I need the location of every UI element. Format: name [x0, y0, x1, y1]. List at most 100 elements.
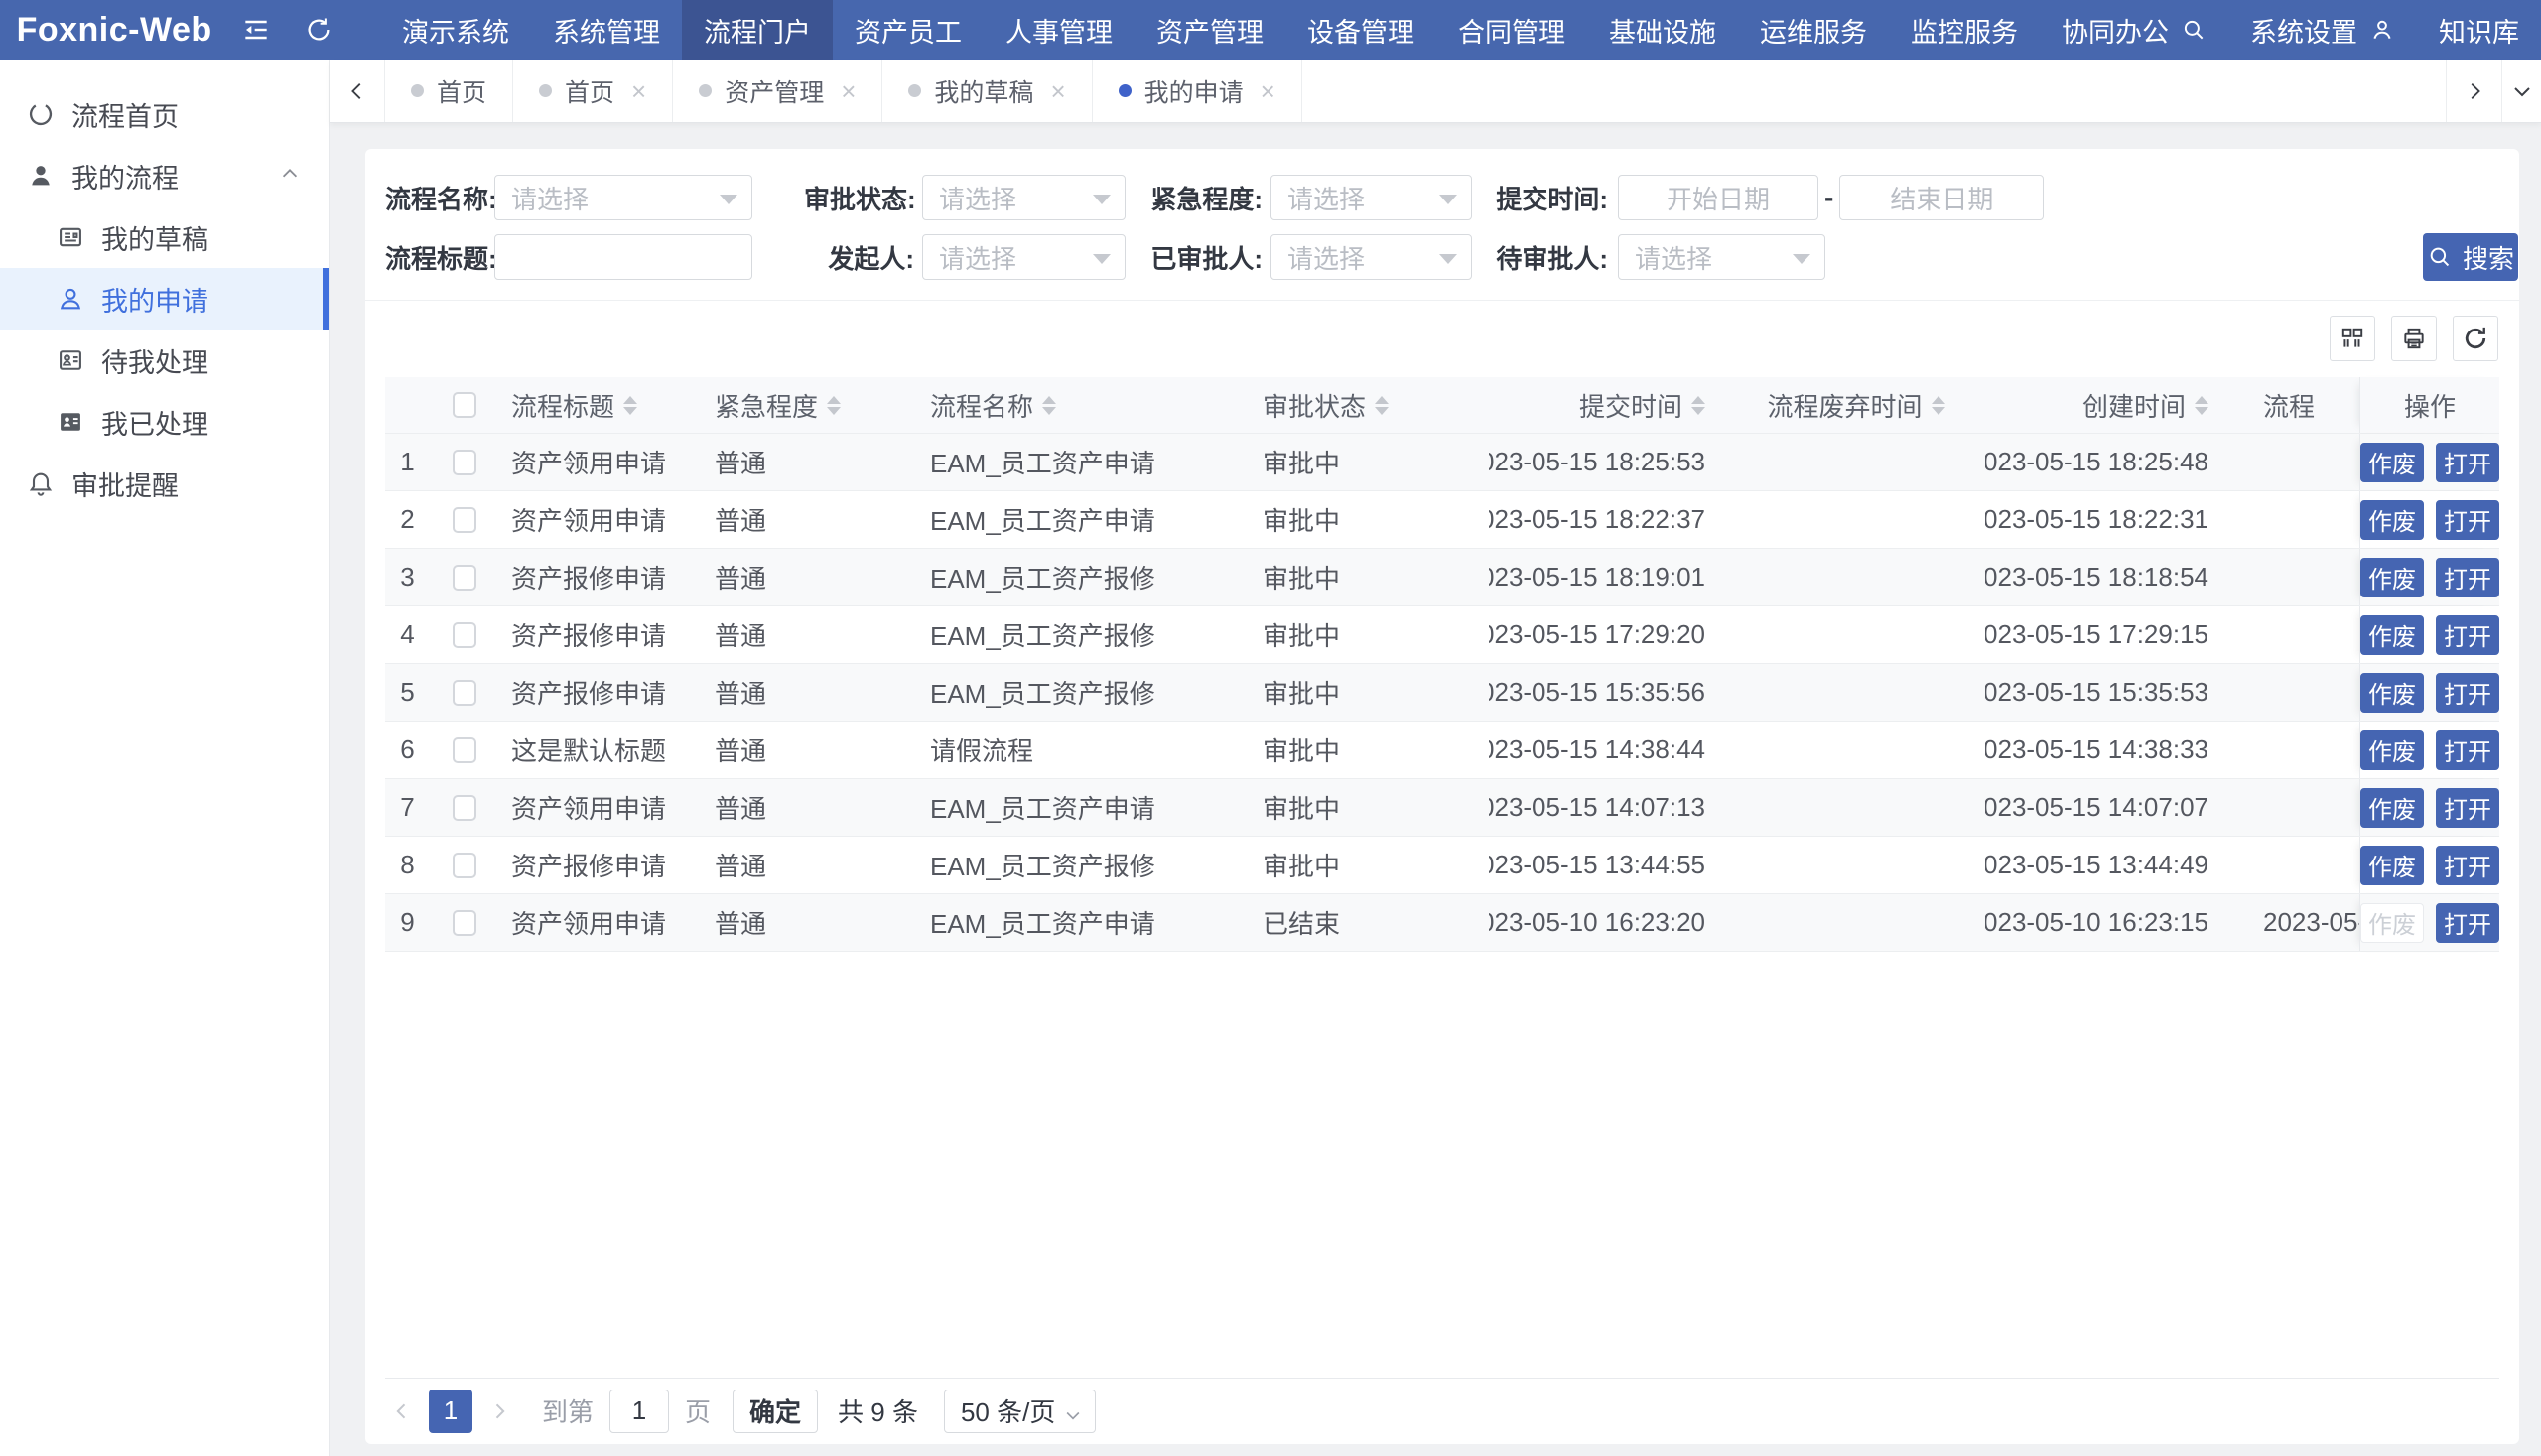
page-size-select[interactable]: 50 条/页 — [944, 1390, 1096, 1433]
header-submit-time[interactable]: 提交时间 — [1489, 377, 1727, 433]
select-all-checkbox[interactable] — [453, 392, 476, 418]
start-date-input[interactable]: 开始日期 — [1618, 175, 1818, 220]
void-button[interactable]: 作废 — [2360, 443, 2424, 482]
open-button[interactable]: 打开 — [2436, 846, 2499, 885]
navbar-menu-item[interactable]: 协同办公 — [2040, 0, 2228, 60]
page-tab[interactable]: 我的申请 × — [1093, 60, 1302, 122]
tabs-scroll-right-icon[interactable] — [2446, 60, 2501, 122]
sidebar-item-my-drafts[interactable]: 我的草稿 — [0, 206, 329, 268]
open-button[interactable]: 打开 — [2436, 673, 2499, 713]
header-process-title[interactable]: 流程标题 — [499, 377, 703, 433]
header-abandon-time[interactable]: 流程废弃时间 — [1727, 377, 1985, 433]
page-tab[interactable]: 首页 × — [513, 60, 673, 122]
process-title-input[interactable] — [494, 234, 752, 280]
goto-page-input[interactable]: 1 — [609, 1390, 669, 1433]
navbar-menu-item-label: 演示系统 — [402, 11, 509, 50]
navbar-menu-item[interactable]: 资产管理 — [1135, 0, 1285, 60]
sort-icon[interactable] — [827, 396, 841, 415]
next-page-icon[interactable] — [482, 1401, 516, 1421]
row-checkbox[interactable] — [453, 680, 476, 706]
tab-close-icon[interactable]: × — [631, 78, 646, 104]
sidebar-item-handled-by-me[interactable]: 我已处理 — [0, 391, 329, 453]
row-checkbox[interactable] — [453, 622, 476, 648]
prev-page-icon[interactable] — [385, 1401, 419, 1421]
collapse-sidebar-icon[interactable] — [234, 0, 278, 60]
void-button[interactable]: 作废 — [2360, 500, 2424, 540]
row-checkbox[interactable] — [453, 737, 476, 763]
sort-icon[interactable] — [1932, 396, 1945, 415]
header-approval-status[interactable]: 审批状态 — [1251, 377, 1489, 433]
void-button[interactable]: 作废 — [2360, 730, 2424, 770]
navbar-menu-item[interactable]: 基础设施 — [1587, 0, 1738, 60]
open-button[interactable]: 打开 — [2436, 615, 2499, 655]
sort-icon[interactable] — [1375, 396, 1389, 415]
print-button[interactable] — [2391, 316, 2437, 361]
void-button[interactable]: 作废 — [2360, 846, 2424, 885]
tab-close-icon[interactable]: × — [841, 78, 856, 104]
navbar-menu-item[interactable]: 合同管理 — [1436, 0, 1587, 60]
approved-by-select[interactable]: 请选择 — [1270, 234, 1472, 280]
navbar-menu-item[interactable]: 人事管理 — [984, 0, 1135, 60]
row-checkbox[interactable] — [453, 507, 476, 533]
page-tab[interactable]: 资产管理 × — [673, 60, 882, 122]
process-name-select[interactable]: 请选择 — [494, 175, 752, 220]
void-button[interactable]: 作废 — [2360, 903, 2424, 943]
navbar-menu-item[interactable]: 演示系统 — [380, 0, 531, 60]
goto-confirm-button[interactable]: 确定 — [733, 1390, 818, 1433]
approval-status-select[interactable]: 请选择 — [922, 175, 1126, 220]
open-button[interactable]: 打开 — [2436, 903, 2499, 943]
page-tab[interactable]: 首页 × — [385, 60, 513, 122]
tab-close-icon[interactable]: × — [1050, 78, 1065, 104]
void-button[interactable]: 作废 — [2360, 615, 2424, 655]
sort-icon[interactable] — [1042, 396, 1056, 415]
navbar-menu-item[interactable]: 监控服务 — [1889, 0, 2040, 60]
navbar-menu-item[interactable]: 系统管理 — [531, 0, 682, 60]
sort-icon[interactable] — [2195, 396, 2208, 415]
sidebar-item-pending-for-me[interactable]: 待我处理 — [0, 330, 329, 391]
sort-icon[interactable] — [1691, 396, 1705, 415]
header-process-name[interactable]: 流程名称 — [918, 377, 1251, 433]
open-button[interactable]: 打开 — [2436, 730, 2499, 770]
page-tab[interactable]: 我的草稿 × — [882, 60, 1092, 122]
open-button[interactable]: 打开 — [2436, 443, 2499, 482]
row-checkbox[interactable] — [453, 853, 476, 878]
navbar-menu-item[interactable]: 流程门户 — [682, 0, 833, 60]
sidebar-item-approval-reminder[interactable]: 审批提醒 — [0, 453, 329, 514]
tabs-menu-icon[interactable] — [2501, 60, 2541, 122]
urgency-select[interactable]: 请选择 — [1270, 175, 1472, 220]
row-checkbox[interactable] — [453, 565, 476, 591]
open-button[interactable]: 打开 — [2436, 788, 2499, 828]
header-create-time[interactable]: 创建时间 — [1985, 377, 2223, 433]
initiator-select[interactable]: 请选择 — [922, 234, 1126, 280]
navbar-menu-item[interactable]: 系统设置 — [2228, 0, 2417, 60]
header-urgency[interactable]: 紧急程度 — [703, 377, 918, 433]
row-checkbox[interactable] — [453, 450, 476, 475]
page-number-button[interactable]: 1 — [429, 1390, 472, 1433]
tab-close-icon[interactable]: × — [1261, 78, 1275, 104]
row-checkbox[interactable] — [453, 795, 476, 821]
navbar-user-icon[interactable] — [2369, 17, 2395, 43]
void-button[interactable]: 作废 — [2360, 673, 2424, 713]
sidebar-item-process-home[interactable]: 流程首页 — [0, 83, 329, 145]
navbar-menu-item[interactable]: 知识库 — [2417, 0, 2541, 60]
search-button[interactable]: 搜索 — [2423, 233, 2518, 281]
navbar-menu-item[interactable]: 设备管理 — [1285, 0, 1436, 60]
void-button[interactable]: 作废 — [2360, 558, 2424, 597]
navbar-menu-item[interactable]: 运维服务 — [1738, 0, 1889, 60]
tabs-scroll-left-icon[interactable] — [330, 60, 385, 122]
open-button[interactable]: 打开 — [2436, 558, 2499, 597]
refresh-page-icon[interactable] — [297, 0, 340, 60]
open-button[interactable]: 打开 — [2436, 500, 2499, 540]
refresh-table-button[interactable] — [2453, 316, 2498, 361]
navbar-search-icon[interactable] — [2181, 17, 2207, 43]
column-settings-button[interactable] — [2330, 316, 2375, 361]
end-date-input[interactable]: 结束日期 — [1839, 175, 2044, 220]
sort-icon[interactable] — [623, 396, 637, 415]
row-checkbox[interactable] — [453, 910, 476, 936]
cell-urgency: 普通 — [703, 664, 918, 721]
navbar-menu-item[interactable]: 资产员工 — [833, 0, 984, 60]
void-button[interactable]: 作废 — [2360, 788, 2424, 828]
sidebar-item-my-processes[interactable]: 我的流程 — [0, 145, 329, 206]
pending-approver-select[interactable]: 请选择 — [1618, 234, 1825, 280]
sidebar-item-my-applications[interactable]: 我的申请 — [0, 268, 329, 330]
